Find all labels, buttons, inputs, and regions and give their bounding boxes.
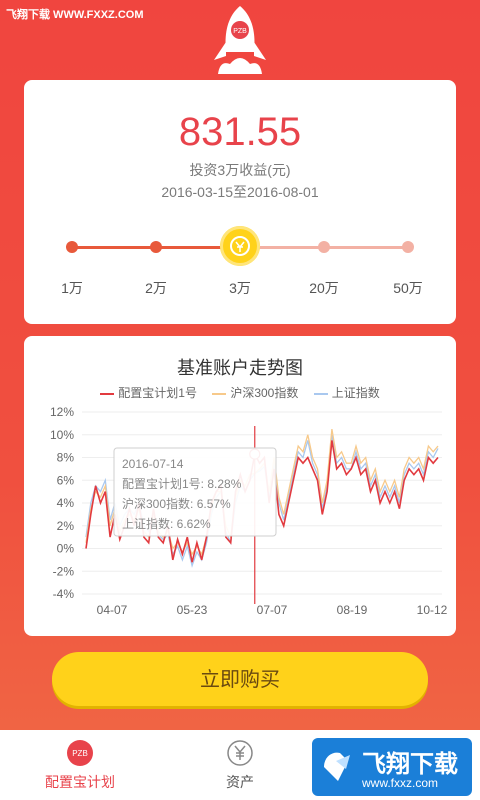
legend-swatch (212, 392, 227, 395)
brand-watermark: 飞翔下载 www.fxxz.com (312, 738, 472, 796)
y-tick-label: 12% (50, 405, 74, 419)
legend-swatch (100, 392, 115, 395)
trend-chart-card: 基准账户走势图 配置宝计划1号 沪深300指数 上证指数 12% 10% 8% 6% 4… (24, 336, 456, 636)
slider-stop[interactable] (318, 241, 330, 253)
brand-url: www.fxxz.com (362, 776, 439, 790)
coin-icon (230, 236, 250, 256)
tooltip-text: 配置宝计划1号: 8.28% (122, 477, 242, 491)
amount-label[interactable]: 20万 (304, 278, 344, 298)
y-tick-label: -4% (53, 587, 75, 601)
y-tick-label: 4% (57, 496, 75, 510)
amount-label[interactable]: 3万 (220, 278, 260, 298)
y-tick-label: -2% (53, 564, 75, 578)
brand-title: 飞翔下载 (362, 751, 458, 778)
y-tick-label: 10% (50, 428, 74, 442)
slider-stop[interactable] (150, 241, 162, 253)
y-tick-label: 8% (57, 451, 75, 465)
profit-amount: 831.55 (178, 110, 302, 154)
y-tick-label: 2% (57, 519, 75, 533)
x-tick-label: 07-07 (257, 603, 288, 617)
tooltip-text: 上证指数: 6.62% (122, 516, 211, 531)
yuan-icon (227, 740, 253, 766)
amount-label[interactable]: 1万 (52, 278, 92, 298)
slider-knob[interactable] (220, 226, 260, 266)
legend-swatch (313, 392, 328, 395)
x-tick-label: 10-12 (417, 603, 448, 617)
rocket-icon: PZB (214, 6, 266, 74)
slider-stop[interactable] (66, 241, 78, 253)
svg-text:PZB: PZB (72, 749, 88, 758)
y-tick-label: 6% (57, 473, 75, 487)
slider-stop[interactable] (402, 241, 414, 253)
tab-plan[interactable]: PZB 配置宝计划 (20, 738, 140, 792)
trend-chart[interactable]: 12% 10% 8% 6% 4% 2% 0% -2% -4% 04-07 05-23 07-07 08-… (24, 396, 456, 626)
chart-title: 基准账户走势图 (177, 358, 303, 378)
profit-subtitle: 投资3万收益(元) (189, 162, 291, 178)
tooltip-text: 2016-07-14 (122, 457, 184, 471)
amount-label[interactable]: 50万 (388, 278, 428, 298)
rocket-label: PZB (233, 28, 247, 35)
watermark-text: 飞翔下载 WWW.FXXZ.COM (6, 9, 144, 21)
pzb-icon: PZB (67, 740, 93, 766)
x-tick-label: 08-19 (337, 603, 368, 617)
tab-assets[interactable]: 资产 (180, 738, 300, 792)
tab-label: 资产 (226, 774, 254, 790)
x-tick-label: 04-07 (97, 603, 128, 617)
amount-label[interactable]: 2万 (136, 278, 176, 298)
tab-label: 配置宝计划 (45, 774, 115, 790)
investment-card: 831.55 投资3万收益(元) 2016-03-15至2016-08-01 1… (24, 80, 456, 324)
y-tick-label: 0% (57, 542, 75, 556)
buy-now-button[interactable]: 立即购买 (52, 652, 428, 706)
amount-slider[interactable] (66, 226, 414, 266)
brand-logo-icon (324, 752, 350, 781)
tooltip-text: 沪深300指数: 6.57% (122, 496, 231, 511)
chart-tooltip: 2016-07-14 配置宝计划1号: 8.28% 沪深300指数: 6.57% 上证… (113, 447, 277, 537)
x-tick-label: 05-23 (177, 603, 208, 617)
date-range: 2016-03-15至2016-08-01 (161, 184, 319, 200)
